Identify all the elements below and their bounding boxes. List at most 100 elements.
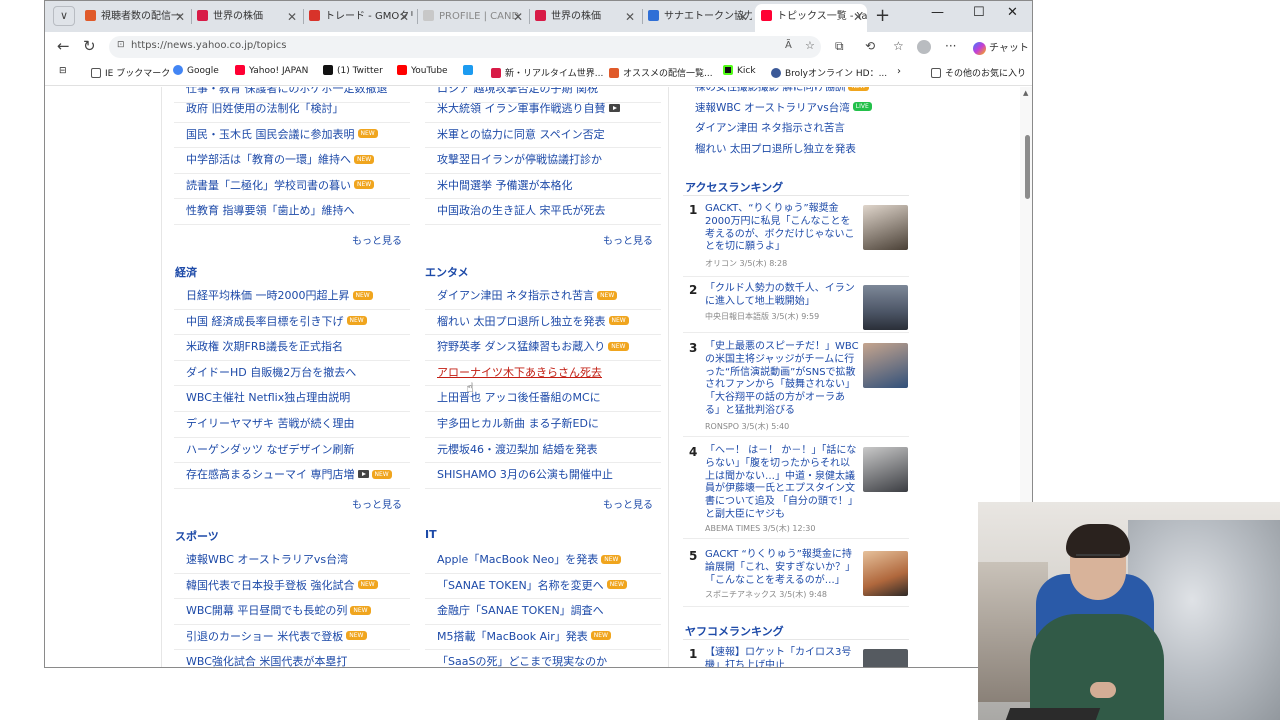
sidebar-topic-link[interactable]: 榴れい 太田プロ退所し独立を発表: [695, 143, 856, 155]
ranking-item-5[interactable]: 5 GACKT “りくりゅう”報奨金に持論展開「これ、安すぎないか？」「こんなこ…: [683, 549, 909, 607]
section-title-sports[interactable]: スポーツ: [175, 528, 219, 544]
more-link-entame[interactable]: もっと見る: [603, 496, 653, 511]
bookmark-youtube[interactable]: YouTube: [397, 64, 448, 76]
topic-item[interactable]: 存在感高まるシューマイ 専門店増 NEW: [174, 463, 410, 489]
address-bar[interactable]: ⊡ https://news.yahoo.co.jp/topics Ã ☆: [109, 36, 821, 58]
back-button[interactable]: ←: [57, 37, 70, 55]
topic-link[interactable]: 狩野英孝 ダンス猛練習もお蔵入り: [437, 340, 605, 353]
topic-item[interactable]: 元櫻坂46・渡辺梨加 結婚を発表: [425, 438, 661, 464]
topic-item[interactable]: デイリーヤマザキ 苦戦が続く理由: [174, 412, 410, 438]
reading-list-icon[interactable]: ⊟: [59, 66, 67, 76]
sidebar-topic-item[interactable]: 裸の女性撮影撮影 解に同け協訓NEW: [683, 87, 909, 98]
topic-link[interactable]: Apple「MacBook Neo」を発表: [437, 553, 598, 566]
favorites-icon[interactable]: ☆: [893, 39, 904, 53]
topic-item[interactable]: 速報WBC オーストラリアvs台湾: [174, 548, 410, 574]
section-title-economy[interactable]: 経済: [175, 264, 197, 280]
topic-link[interactable]: 存在感高まるシューマイ 専門店増: [186, 468, 355, 481]
sidebar-topic-link[interactable]: 速報WBC オーストラリアvs台湾: [695, 102, 850, 114]
topic-link[interactable]: 金融庁「SANAE TOKEN」調査へ: [437, 604, 604, 617]
bookmark-yahoo[interactable]: Yahoo! JAPAN: [235, 64, 308, 76]
topic-link[interactable]: 性教育 指導要領「歯止め」維持へ: [186, 204, 355, 217]
sidebar-topic-link[interactable]: ダイアン津田 ネタ指示され苦言: [695, 122, 845, 134]
topic-item[interactable]: 宇多田ヒカル新曲 まる子新EDに: [425, 412, 661, 438]
bookmark-ie[interactable]: IE ブックマーク: [91, 66, 170, 79]
topic-link[interactable]: WBC開幕 平日昼間でも長蛇の列: [186, 604, 347, 617]
comment-ranking-item-1[interactable]: 1 【速報】ロケット「カイロス3号機」打ち上げ中止: [683, 647, 909, 667]
topic-link[interactable]: ダイアン津田 ネタ指示され苦言: [437, 289, 594, 302]
bookmark-osusume[interactable]: オススメの配信一覧...: [609, 66, 713, 79]
topic-item[interactable]: 中国政治の生き証人 宋平氏が死去: [425, 199, 661, 225]
bookmark-broly[interactable]: Brolyオンライン HD：...: [771, 66, 887, 79]
topic-link[interactable]: SHISHAMO 3月の6公演も開催中止: [437, 468, 613, 481]
topic-item[interactable]: M5搭載「MacBook Air」発表 NEW: [425, 625, 661, 651]
topic-item[interactable]: 中国 経済成長率目標を引き下げ NEW: [174, 310, 410, 336]
topic-item[interactable]: Apple「MacBook Neo」を発表 NEW: [425, 548, 661, 574]
topic-item[interactable]: 米軍との協力に同意 スペイン否定: [425, 123, 661, 149]
extensions-icon[interactable]: ⧉: [835, 39, 844, 54]
topic-link[interactable]: 「SaaSの死」どこまで現実なのか: [437, 655, 607, 667]
ranking-thumbnail[interactable]: [863, 447, 908, 492]
topic-link[interactable]: 中国 経済成長率目標を引き下げ: [186, 315, 344, 328]
topic-item[interactable]: 金融庁「SANAE TOKEN」調査へ: [425, 599, 661, 625]
topic-link[interactable]: 宇多田ヒカル新曲 まる子新EDに: [437, 417, 599, 430]
bookmarks-overflow-icon[interactable]: ›: [897, 66, 901, 77]
tab-2[interactable]: 世界の株価 ✕: [197, 4, 301, 30]
topic-link[interactable]: 日経平均株価 一時2000円超上昇: [186, 289, 350, 302]
url-text[interactable]: https://news.yahoo.co.jp/topics: [131, 40, 287, 51]
close-window-button[interactable]: ✕: [1007, 5, 1018, 20]
topic-link[interactable]: 中学部活は「教育の一環」維持へ: [186, 153, 351, 166]
tab-5-close-icon[interactable]: ✕: [625, 4, 635, 30]
topic-link[interactable]: 米中間選挙 予備選が本格化: [437, 179, 573, 192]
topic-item[interactable]: 米政権 次期FRB議長を正式指名: [174, 335, 410, 361]
topic-link[interactable]: 攻撃翌日イランが停戦協議打診か: [437, 153, 602, 166]
ranking-item-1[interactable]: 1 GACKT、“りくりゅう”報奨金2000万円に私見「こんなことを考えるのが、…: [683, 203, 909, 277]
read-aloud-icon[interactable]: Ã: [785, 40, 792, 51]
tab-7-active[interactable]: トピックス一覧 - Ya ✕: [755, 4, 867, 32]
sidebar-topic-item[interactable]: 榴れい 太田プロ退所し独立を発表: [683, 139, 909, 160]
topic-item[interactable]: 性教育 指導要領「歯止め」維持へ: [174, 199, 410, 225]
topic-item[interactable]: 榴れい 太田プロ退所し独立を発表 NEW: [425, 310, 661, 336]
topic-item[interactable]: 狩野英孝 ダンス猛練習もお蔵入り NEW: [425, 335, 661, 361]
tab-6[interactable]: サナエトークン協力 ✕: [648, 4, 752, 30]
topic-item[interactable]: 「SANAE TOKEN」名称を変更へ NEW: [425, 574, 661, 600]
ranking-item-4[interactable]: 4 「へー！ は－！ か－！」「話にならない」「腹を切ったからそれ以上は聞かない…: [683, 445, 909, 539]
topic-link[interactable]: 榴れい 太田プロ退所し独立を発表: [437, 315, 606, 328]
topic-link[interactable]: 元櫻坂46・渡辺梨加 結婚を発表: [437, 443, 598, 456]
sidebar-topic-item[interactable]: 速報WBC オーストラリアvs台湾 LIVE: [683, 98, 909, 119]
topic-item[interactable]: 政府 旧姓使用の法制化「検討」: [174, 97, 410, 123]
topic-link[interactable]: 米大統領 イラン軍事作戦逃り自賛: [437, 102, 606, 115]
topic-link[interactable]: WBC主催社 Netflix独占理由説明: [186, 391, 350, 404]
reload-button[interactable]: ↻: [83, 37, 96, 55]
bookmark-realtime[interactable]: 新・リアルタイム世界...: [491, 66, 603, 79]
more-link-economy[interactable]: もっと見る: [352, 496, 402, 511]
topic-link[interactable]: 「SANAE TOKEN」名称を変更へ: [437, 579, 604, 592]
topic-link[interactable]: M5搭載「MacBook Air」発表: [437, 630, 588, 643]
copilot-button[interactable]: チャット: [973, 39, 1029, 55]
section-title-it[interactable]: IT: [425, 528, 437, 541]
tab-3[interactable]: トレード - GMOクリ ✕: [309, 4, 413, 30]
section-title-entame[interactable]: エンタメ: [425, 264, 469, 280]
ranking-headline[interactable]: 【速報】ロケット「カイロス3号機」打ち上げ中止: [705, 647, 859, 667]
ranking-thumbnail[interactable]: [863, 285, 908, 330]
more-menu-icon[interactable]: ···: [945, 39, 956, 53]
tab-4-close-icon[interactable]: ✕: [513, 4, 523, 30]
topic-link[interactable]: 米軍との協力に同意 スペイン否定: [437, 128, 605, 141]
topic-link[interactable]: ハーゲンダッツ なぜデザイン刷新: [186, 443, 355, 456]
topic-link[interactable]: 速報WBC オーストラリアvs台湾: [186, 553, 348, 566]
topic-item[interactable]: WBC開幕 平日昼間でも長蛇の列 NEW: [174, 599, 410, 625]
scroll-thumb[interactable]: [1025, 135, 1030, 199]
topic-link[interactable]: 韓国代表で日本投手登板 強化試合: [186, 579, 355, 592]
favorite-star-icon[interactable]: ☆: [805, 39, 815, 52]
topic-item[interactable]: 上田晋也 アッコ後任番組のMCに: [425, 386, 661, 412]
bookmark-twitter[interactable]: (1) Twitter: [323, 64, 383, 76]
split-screen-icon[interactable]: ⟲: [865, 39, 875, 53]
ranking-headline[interactable]: 「史上最悪のスピーチだ！」WBCの米国主将ジャッジがチームに行った“所信演説動画…: [705, 341, 859, 418]
topic-link[interactable]: 引退のカーショー 米代表で登板: [186, 630, 343, 643]
topic-link[interactable]: WBC強化試合 米国代表が本塁打: [186, 655, 347, 667]
topic-link[interactable]: アローナイツ木下あきらさん死去: [437, 366, 602, 379]
ranking-headline[interactable]: 「クルド人勢力の数千人、イランに進入して地上戦開始」: [705, 283, 859, 309]
topic-item[interactable]: ハーゲンダッツ なぜデザイン刷新: [174, 438, 410, 464]
topic-link[interactable]: 政府 旧姓使用の法制化「検討」: [186, 102, 344, 115]
topic-link[interactable]: 国民・玉木氏 国民会議に参加表明: [186, 128, 355, 141]
topic-item[interactable]: 引退のカーショー 米代表で登板 NEW: [174, 625, 410, 651]
